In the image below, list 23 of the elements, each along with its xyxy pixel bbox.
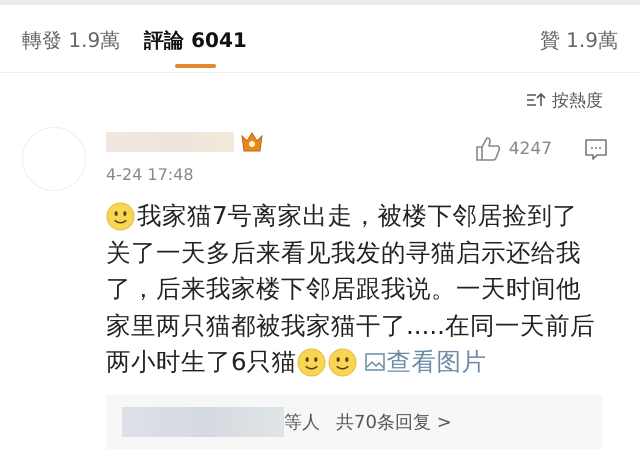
sort-icon [526, 92, 546, 108]
replies-panel[interactable]: 等人 共70条回复 > [106, 394, 602, 448]
crown-icon [240, 131, 264, 153]
tab[interactable]: 轉發 1.9萬 [22, 5, 120, 72]
comment-text: 两小时生了6只猫 [106, 346, 297, 378]
image-icon [364, 353, 385, 372]
comment-text: 家里两只猫都被我家猫干了.....在同一天前后 [106, 310, 595, 342]
smiley-icon [296, 348, 326, 377]
tab[interactable]: 評論 6041 [144, 5, 247, 72]
view-image-link[interactable]: 查看图片 [386, 344, 487, 380]
comment-text: 关了一天多后来看见我发的寻猫启示还给我 [106, 236, 581, 268]
tab[interactable]: 贊 1.9萬 [540, 5, 618, 72]
reply-count-link[interactable]: 共70条回复 > [336, 410, 452, 434]
comment-text: 了，后来我家楼下邻居跟我说。一天时间他 [106, 273, 581, 305]
comment-text: 我家猫7号离家出走，被楼下邻居捡到了 [137, 200, 578, 232]
smiley-icon [328, 348, 357, 377]
comment-icon[interactable] [584, 137, 608, 161]
sort-button[interactable]: 按熱度 [526, 87, 603, 113]
smiley-icon [106, 202, 135, 231]
comment-time: 4-24 17:48 [106, 165, 195, 184]
replier-label: 等人 [284, 410, 320, 434]
thumbs-up-icon[interactable] [474, 136, 501, 162]
like-count: 4247 [508, 139, 552, 159]
